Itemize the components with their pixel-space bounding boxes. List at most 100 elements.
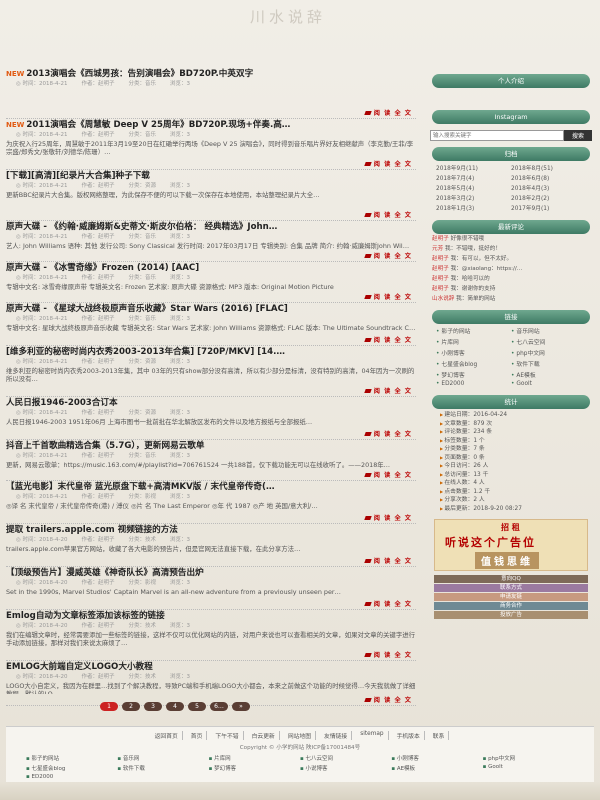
archive-item[interactable]: 2018年6月(8) (511, 173, 586, 182)
footer-nav-item[interactable]: sitemap (356, 731, 389, 740)
footer-link[interactable]: php中文网 (483, 754, 574, 762)
footer-link[interactable]: 梦幻博客 (209, 764, 300, 772)
read-more-link[interactable]: 阅 读 全 文 (365, 108, 412, 117)
comment-item[interactable]: 元芳 我：不错哦，挺好的！ (428, 244, 594, 254)
comment-item[interactable]: 赵明子 好像很不错哦 (428, 234, 594, 244)
footer-nav-item[interactable]: 首页 (187, 731, 208, 740)
archive-item[interactable]: 2018年7月(4) (436, 173, 511, 182)
read-more-link[interactable]: 阅 读 全 文 (365, 599, 412, 608)
comment-item[interactable]: 山水说辞 我：简单的网站 (428, 294, 594, 304)
comment-item[interactable]: 赵明子 我：有可以，但不太好。 (428, 254, 594, 264)
comment-item[interactable]: 赵明子 我：谢谢你的支持 (428, 284, 594, 294)
color-bar[interactable]: 商务合作 (434, 602, 588, 610)
link-item[interactable]: AE模板 (511, 370, 586, 379)
read-more-link[interactable]: 阅 读 全 文 (365, 470, 412, 479)
link-item[interactable]: 音乐网站 (511, 326, 586, 335)
read-more-link[interactable]: 阅 读 全 文 (365, 251, 412, 260)
stat-item: 点击数量：1.2 千 (440, 488, 582, 497)
page-button[interactable]: 2 (122, 702, 140, 711)
post-item: 原声大碟 - 《约翰·威廉姆斯&史蒂文·斯皮尔伯格： 经典精选》John… ◎ 时… (6, 221, 416, 262)
footer-nav-item[interactable]: 友情链接 (320, 731, 353, 740)
comment-item[interactable]: 赵明子 我：哈哈可以的 (428, 274, 594, 284)
archive-item[interactable]: 2018年4月(3) (511, 183, 586, 192)
footer-link[interactable]: 七八云空间 (300, 754, 391, 762)
site-logo[interactable]: 川水说辞 (250, 6, 370, 26)
archive-item[interactable]: 2018年5月(4) (436, 183, 511, 192)
ad-banner[interactable]: 招 租 听说这个广告位 值钱思维 (434, 519, 588, 571)
post-title[interactable]: 人民日报1946-2003合订本 (6, 397, 416, 409)
post-title[interactable]: [下载][高清][纪录片大合集]种子下载 (6, 170, 416, 182)
archive-item[interactable]: 2018年8月(51) (511, 163, 586, 172)
read-more-link[interactable]: 阅 读 全 文 (365, 335, 412, 344)
post-title[interactable]: 【蓝光电影】末代皇帝 蓝光原盘下载+高清MKV版 / 末代皇帝传奇(… (6, 481, 416, 493)
footer-link[interactable]: 小说博客 (300, 764, 391, 772)
link-item[interactable]: Goolt (511, 381, 586, 387)
archive-item[interactable]: 2018年3月(2) (436, 193, 511, 202)
footer-link[interactable]: 音乐网 (117, 754, 208, 762)
footer-links: 影子的网站音乐网片库网七八云空间小刚博客php中文网七星盛会blog软件下载梦幻… (6, 751, 594, 783)
footer-link[interactable]: 软件下载 (117, 764, 208, 772)
post-title[interactable]: 原声大碟 - 《约翰·威廉姆斯&史蒂文·斯皮尔伯格： 经典精选》John… (6, 221, 416, 233)
page-button[interactable]: 1 (100, 702, 118, 711)
link-item[interactable]: 软件下载 (511, 359, 586, 368)
footer-nav-item[interactable]: 下午不错 (211, 731, 244, 740)
post-title[interactable]: 原声大碟 - 《星球大战终极原声音乐收藏》Star Wars (2016) [F… (6, 303, 416, 315)
archive-item[interactable]: 2018年2月(2) (511, 193, 586, 202)
read-more-link[interactable]: 阅 读 全 文 (365, 556, 412, 565)
color-bar[interactable]: 意向QQ (434, 575, 588, 583)
page-button[interactable]: » (232, 702, 250, 711)
page-button[interactable]: 6… (210, 702, 228, 711)
post-title[interactable]: NEW 2013演唱会《西城男孩：告别演唱会》BD720P.中英双字 (6, 68, 416, 80)
post-title[interactable]: [维多利亚的秘密时尚内衣秀2003-2013年合集] [720P/MKV] [1… (6, 346, 416, 358)
post-title[interactable]: 【顶级预告片】漫威英雄《神奇队长》高清预告出炉 (6, 567, 416, 579)
page-button[interactable]: 4 (166, 702, 184, 711)
read-more-link[interactable]: 阅 读 全 文 (365, 650, 412, 659)
footer-nav-item[interactable]: 手机版本 (393, 731, 425, 740)
color-bar[interactable]: 申请友链 (434, 593, 588, 601)
read-more-link[interactable]: 阅 读 全 文 (365, 159, 412, 168)
link-item[interactable]: 片库网 (436, 337, 511, 346)
post-title-text: 原声大碟 - 《约翰·威廉姆斯&史蒂文·斯皮尔伯格： 经典精选》John… (6, 222, 278, 232)
read-more-link[interactable]: 阅 读 全 文 (365, 292, 412, 301)
read-more-link[interactable]: 阅 读 全 文 (365, 210, 412, 219)
post-title[interactable]: 原声大碟 - 《冰雪奇缘》Frozen (2014) [AAC] (6, 262, 416, 274)
search-button[interactable]: 搜索 (564, 130, 592, 141)
link-item[interactable]: 影子的网站 (436, 326, 511, 335)
page-button[interactable]: 5 (188, 702, 206, 711)
post-title[interactable]: NEW 2011演唱会《周慧敏 Deep V 25周年》BD720P.现场+伴奏.… (6, 119, 416, 131)
read-more-link[interactable]: 阅 读 全 文 (365, 513, 412, 522)
footer-nav-item[interactable]: 白云更新 (248, 731, 280, 740)
post-title[interactable]: 抖音上千首歌曲精选合集（5.7G），更新网易云歌单 (6, 440, 416, 452)
post-title[interactable]: Emlog自动为文章标签添加该标签的链接 (6, 610, 416, 622)
link-item[interactable]: 七八云空间 (511, 337, 586, 346)
footer-nav-item[interactable]: 联系 (429, 731, 450, 740)
footer-link[interactable]: 七星盛会blog (26, 764, 117, 772)
link-item[interactable]: php中文网 (511, 348, 586, 357)
color-bar[interactable]: 联系方式 (434, 584, 588, 592)
link-item[interactable]: ED2000 (436, 381, 511, 387)
color-bar[interactable]: 投放广告 (434, 611, 588, 619)
link-item[interactable]: 小刚博客 (436, 348, 511, 357)
footer-nav-item[interactable]: 网站地图 (284, 731, 317, 740)
comment-item[interactable]: 赵明子 我：@xiaolang：https://… (428, 264, 594, 274)
footer-link[interactable]: 片库网 (209, 754, 300, 762)
read-more-link[interactable]: 阅 读 全 文 (365, 386, 412, 395)
footer-link[interactable]: 小刚博客 (391, 754, 482, 762)
archive-item[interactable]: 2017年9月(1) (511, 203, 586, 212)
read-more-link[interactable]: 阅 读 全 文 (365, 695, 412, 704)
read-more-link[interactable]: 阅 读 全 文 (365, 429, 412, 438)
page-button[interactable]: 3 (144, 702, 162, 711)
footer-link[interactable]: Goolt (483, 764, 574, 772)
meta-field: 分类：影视 (128, 580, 157, 586)
link-item[interactable]: 梦幻博客 (436, 370, 511, 379)
footer-link[interactable]: ED2000 (26, 774, 117, 780)
footer-link[interactable]: 影子的网站 (26, 754, 117, 762)
link-item[interactable]: 七星盛会blog (436, 359, 511, 368)
archive-item[interactable]: 2018年9月(11) (436, 163, 511, 172)
search-input[interactable] (430, 130, 564, 141)
archive-item[interactable]: 2018年1月(3) (436, 203, 511, 212)
footer-nav-item[interactable]: 返回首页 (151, 731, 183, 740)
post-title[interactable]: EMLOG大前端自定义LOGO大小教程 (6, 661, 416, 673)
footer-link[interactable]: AE模板 (391, 764, 482, 772)
post-title[interactable]: 提取 trailers.apple.com 视频链接的方法 (6, 524, 416, 536)
